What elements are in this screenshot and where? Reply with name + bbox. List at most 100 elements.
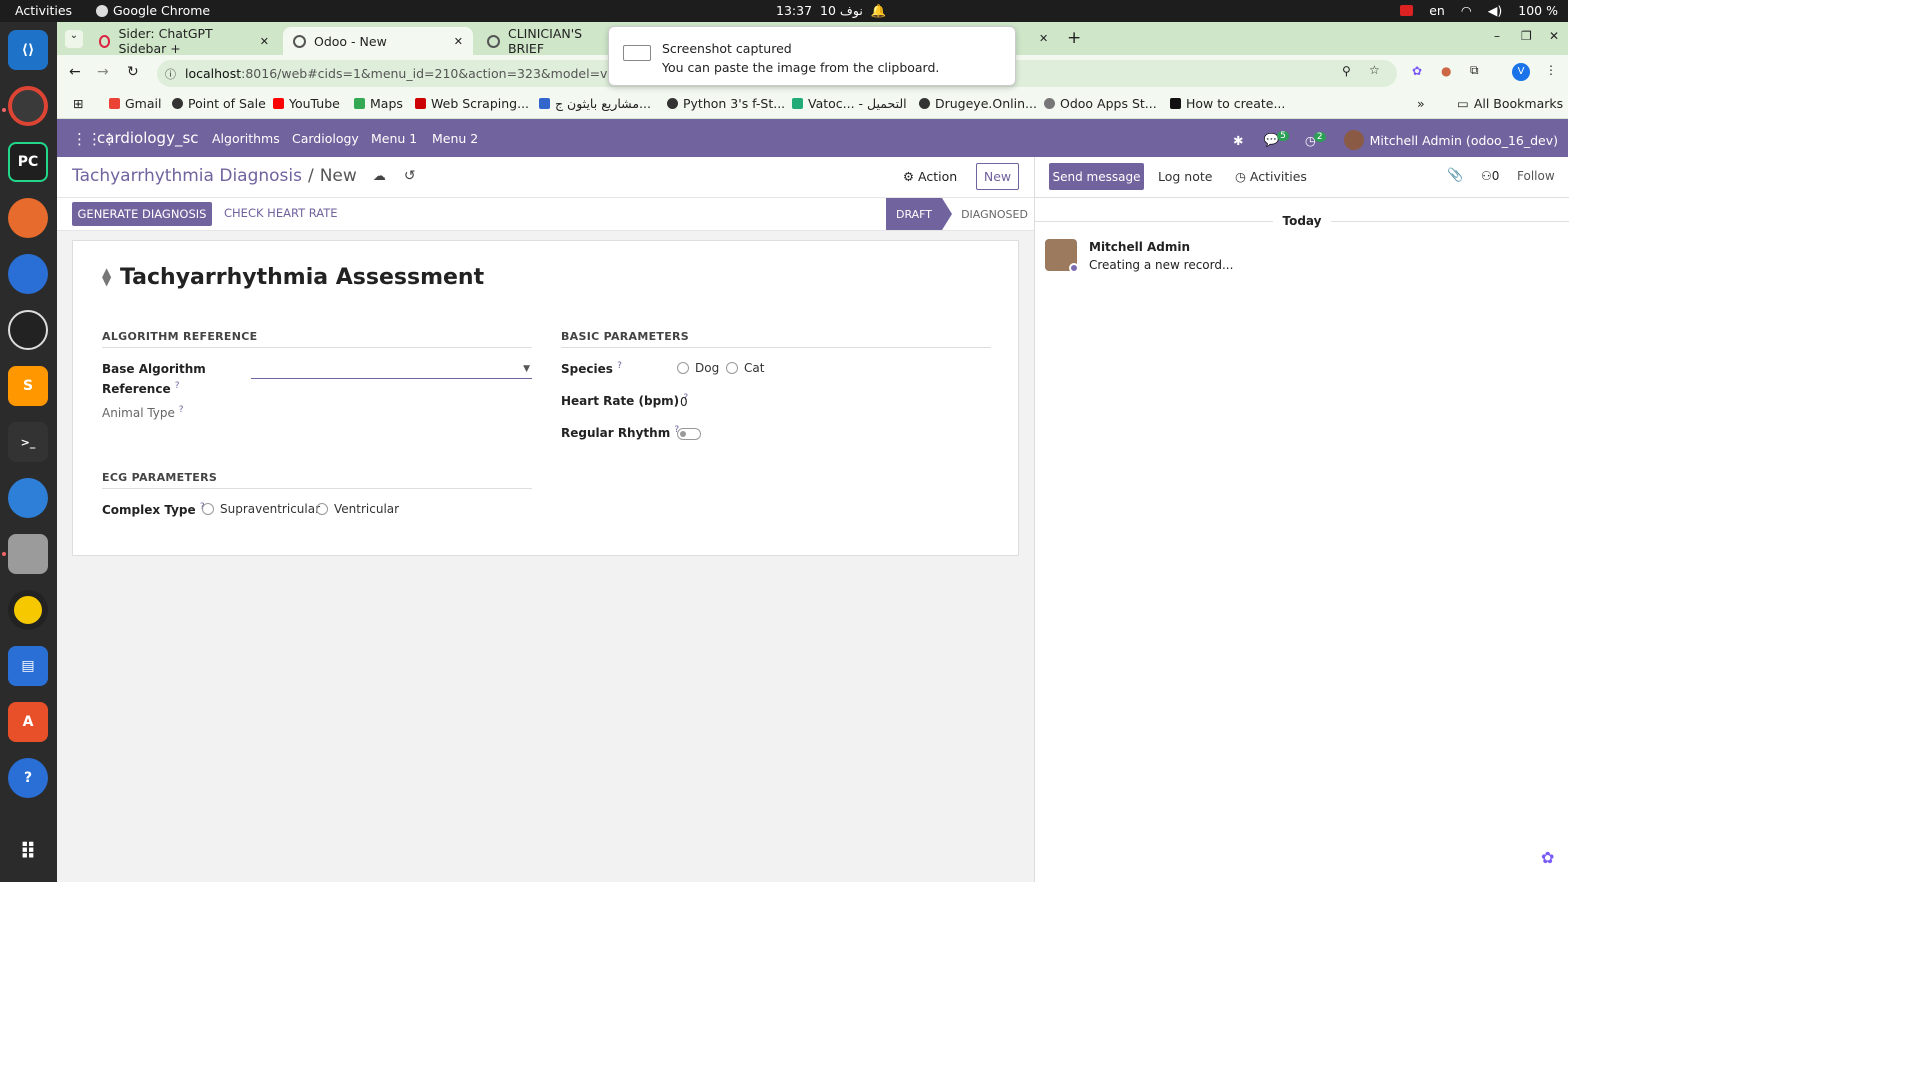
- sort-handle-icon[interactable]: ▲ ▼: [102, 266, 116, 288]
- bookmark-item[interactable]: Vatoc... - التحميل: [792, 96, 907, 111]
- heart-rate-input[interactable]: 0: [680, 395, 688, 409]
- back-icon[interactable]: ←: [69, 64, 81, 80]
- bookmark-item[interactable]: YouTube: [273, 96, 340, 111]
- bookmark-item[interactable]: Python 3's f-St...: [667, 96, 785, 111]
- close-icon[interactable]: ✕: [1039, 32, 1048, 45]
- help-tooltip-icon[interactable]: ?: [617, 361, 622, 371]
- vscode-icon[interactable]: ⟨⟩: [8, 30, 48, 70]
- app-brand[interactable]: cardiology_sc: [97, 129, 199, 147]
- activities-button[interactable]: Activities: [15, 3, 72, 18]
- user-avatar[interactable]: [1343, 130, 1364, 150]
- all-bookmarks-folder[interactable]: ▭ All Bookmarks: [1457, 96, 1563, 111]
- forward-icon[interactable]: →: [97, 64, 109, 80]
- reload-icon[interactable]: ↻: [127, 64, 139, 80]
- form-statusbar: GENERATE DIAGNOSIS CHECK HEART RATE DRAF…: [57, 197, 1034, 231]
- rhythmbox-icon[interactable]: [8, 590, 48, 630]
- profile-avatar[interactable]: V: [1512, 63, 1530, 81]
- activities-clock-icon[interactable]: ◷2: [1305, 131, 1328, 148]
- menu-menu-2[interactable]: Menu 2: [432, 131, 478, 146]
- browser-tab[interactable]: Sider: ChatGPT Sidebar + ✕: [89, 26, 279, 56]
- debug-bug-icon[interactable]: ✱: [1233, 133, 1243, 148]
- check-heart-rate-button[interactable]: CHECK HEART RATE: [224, 206, 338, 220]
- extension-icon[interactable]: ✿: [1412, 64, 1422, 78]
- help-tooltip-icon[interactable]: ?: [175, 381, 180, 391]
- radio-ventricular[interactable]: Ventricular: [316, 502, 399, 516]
- pycharm-icon[interactable]: PC: [8, 142, 48, 182]
- menu-menu-1[interactable]: Menu 1: [371, 131, 417, 146]
- breadcrumb-parent[interactable]: Tachyarrhythmia Diagnosis: [72, 166, 302, 186]
- help-tooltip-icon[interactable]: ?: [179, 405, 184, 415]
- close-window-icon[interactable]: ✕: [1549, 29, 1559, 43]
- bookmark-item[interactable]: مشاريع بايثون ج...: [539, 96, 651, 111]
- discard-icon[interactable]: ↺: [404, 168, 416, 184]
- maximize-icon[interactable]: ❐: [1521, 29, 1532, 43]
- messages-icon[interactable]: 💬5: [1264, 131, 1291, 148]
- stage-diagnosed[interactable]: DIAGNOSED: [952, 198, 1037, 230]
- bookmark-star-icon[interactable]: ☆: [1369, 63, 1380, 77]
- attachment-icon[interactable]: 📎: [1447, 168, 1463, 183]
- apps-grid-icon[interactable]: ⊞: [73, 96, 83, 111]
- bookmark-item[interactable]: Odoo Apps St...: [1044, 96, 1157, 111]
- new-tab-icon[interactable]: +: [1067, 28, 1081, 48]
- radio-cat[interactable]: Cat: [726, 361, 764, 375]
- extensions-puzzle-icon[interactable]: ⧉: [1470, 63, 1479, 78]
- bookmark-item[interactable]: How to create...: [1170, 96, 1285, 111]
- close-icon[interactable]: ✕: [260, 35, 269, 48]
- chrome-app-icon[interactable]: [8, 86, 48, 126]
- bookmark-item[interactable]: Web Scraping...: [415, 96, 529, 111]
- group-ecg-parameters: ECG PARAMETERS: [102, 471, 532, 489]
- extension-icon[interactable]: ●: [1441, 64, 1451, 78]
- save-cloud-icon[interactable]: ☁: [373, 169, 386, 184]
- help-icon[interactable]: ?: [8, 758, 48, 798]
- radio-supraventricular[interactable]: Supraventricular: [202, 502, 320, 516]
- regular-rhythm-toggle[interactable]: [677, 428, 701, 440]
- stage-draft[interactable]: DRAFT: [886, 198, 952, 230]
- followers-button[interactable]: ⚇0: [1481, 169, 1499, 183]
- send-message-button[interactable]: Send message: [1049, 163, 1144, 190]
- close-icon[interactable]: ✕: [454, 35, 463, 48]
- new-record-button[interactable]: New: [976, 163, 1019, 190]
- obs-icon[interactable]: [8, 310, 48, 350]
- site-info-icon[interactable]: ⓘ: [165, 66, 176, 82]
- firefox-icon[interactable]: [8, 198, 48, 238]
- message-author[interactable]: Mitchell Admin: [1089, 240, 1190, 254]
- system-tray[interactable]: en ◠ ◀) 100 %: [1400, 3, 1558, 18]
- files-icon[interactable]: [8, 534, 48, 574]
- radio-dog[interactable]: Dog: [677, 361, 719, 375]
- bookmark-item[interactable]: Gmail: [109, 96, 161, 111]
- action-menu-button[interactable]: ⚙ Action: [900, 163, 960, 190]
- menu-algorithms[interactable]: Algorithms: [212, 131, 280, 146]
- writer-icon[interactable]: ▤: [8, 646, 48, 686]
- zoom-icon[interactable]: ⚲: [1342, 64, 1351, 78]
- bookmark-item[interactable]: Drugeye.Onlin...: [919, 96, 1037, 111]
- activities-button[interactable]: ◷ Activities: [1235, 169, 1307, 184]
- clock[interactable]: 13:37 10 نوف 🔔: [776, 3, 886, 19]
- app-menu[interactable]: Google Chrome: [96, 3, 210, 18]
- radio-circle: [202, 503, 214, 515]
- menu-cardiology[interactable]: Cardiology: [292, 131, 359, 146]
- terminal-icon[interactable]: >_: [8, 422, 48, 462]
- chromium-icon[interactable]: [8, 254, 48, 294]
- follow-button[interactable]: Follow: [1517, 169, 1555, 183]
- tab-search-icon[interactable]: ⌄: [65, 30, 83, 48]
- more-bookmarks-icon[interactable]: »: [1417, 96, 1425, 111]
- author-avatar[interactable]: [1045, 239, 1079, 273]
- log-note-button[interactable]: Log note: [1158, 169, 1212, 184]
- software-center-icon[interactable]: A: [8, 702, 48, 742]
- date-separator: Today: [1035, 214, 1569, 228]
- browser-tab-active[interactable]: Odoo - New ✕: [283, 27, 473, 55]
- sublime-icon[interactable]: S: [8, 366, 48, 406]
- chrome-menu-icon[interactable]: ⋮: [1545, 63, 1557, 77]
- minimize-icon[interactable]: –: [1494, 29, 1500, 43]
- bookmark-item[interactable]: Maps: [354, 96, 403, 111]
- chevron-down-icon[interactable]: ▼: [523, 364, 530, 374]
- show-apps-icon[interactable]: ⠿: [8, 832, 48, 872]
- sider-favicon-icon: [99, 34, 111, 48]
- thunderbird-icon[interactable]: [8, 478, 48, 518]
- generate-diagnosis-button[interactable]: GENERATE DIAGNOSIS: [72, 202, 212, 226]
- screenshot-notification[interactable]: Screenshot captured You can paste the im…: [608, 26, 1016, 86]
- base-algorithm-input[interactable]: ▼: [251, 363, 532, 379]
- user-name[interactable]: Mitchell Admin (odoo_16_dev): [1370, 133, 1558, 148]
- ai-assistant-icon[interactable]: ✿: [1541, 848, 1554, 867]
- bookmark-item[interactable]: Point of Sale: [172, 96, 266, 111]
